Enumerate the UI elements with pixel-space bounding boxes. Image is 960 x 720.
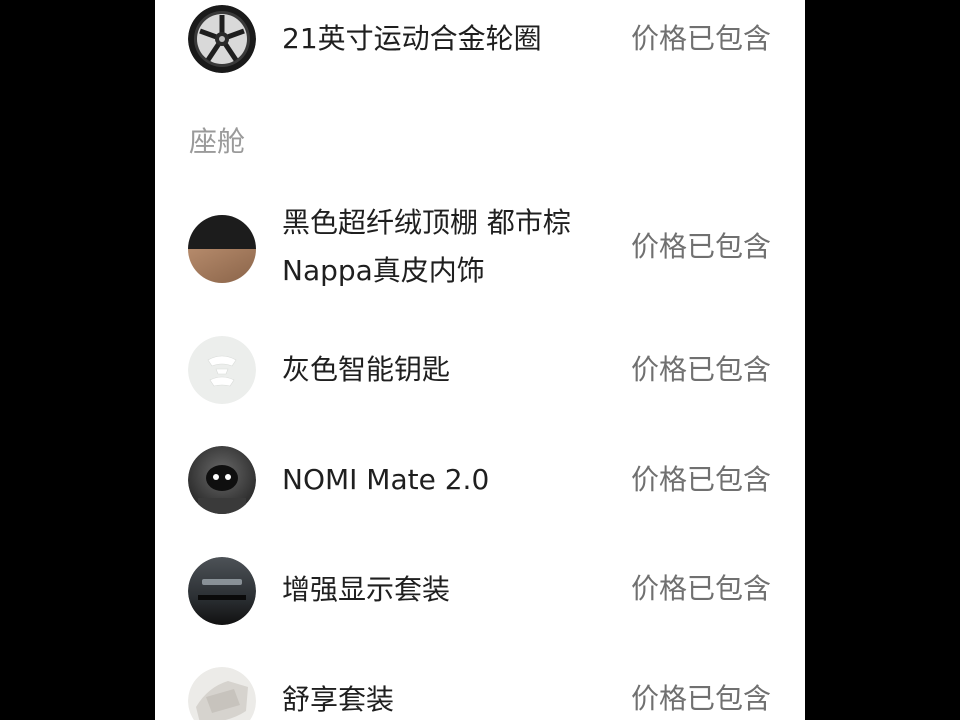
option-name-line2: Nappa真皮内饰 [282,254,485,287]
option-name: 舒享套装 [282,683,395,716]
option-row-interior[interactable]: 黑色超纤绒顶棚 都市棕 Nappa真皮内饰 价格已包含 [155,200,805,300]
option-price-status: 价格已包含 [630,353,771,386]
option-name: 灰色智能钥匙 [282,353,451,386]
option-row-nomi-mate[interactable]: NOMI Mate 2.0 价格已包含 [155,440,805,520]
interior-color-swatch [188,215,256,283]
option-row-smart-key[interactable]: 灰色智能钥匙 价格已包含 [155,330,805,410]
option-price-status: 价格已包含 [630,463,771,496]
smart-key-icon [188,336,256,404]
option-name: 21英寸运动合金轮圈 [282,22,542,55]
option-price-status: 价格已包含 [630,22,771,55]
comfort-package-icon [188,667,256,720]
option-row-wheels[interactable]: 21英寸运动合金轮圈 价格已包含 [155,0,805,80]
option-name: NOMI Mate 2.0 [282,463,490,496]
option-price-status: 价格已包含 [630,230,771,263]
option-row-display-package[interactable]: 增强显示套装 价格已包含 [155,550,805,630]
option-price-status: 价格已包含 [630,682,771,715]
option-row-comfort-package[interactable]: 舒享套装 价格已包含 [155,660,805,720]
nomi-mate-icon [188,446,256,514]
options-list-screen: 21英寸运动合金轮圈 价格已包含 座舱 黑色超纤绒顶棚 都市棕 Nappa真皮内… [155,0,805,720]
option-name: 增强显示套装 [282,573,451,606]
option-price-status: 价格已包含 [630,572,771,605]
hud-display-icon [188,557,256,625]
option-name-line1: 黑色超纤绒顶棚 都市棕 [282,206,571,239]
section-title-cabin: 座舱 [189,125,246,158]
wheel-icon [188,5,256,73]
